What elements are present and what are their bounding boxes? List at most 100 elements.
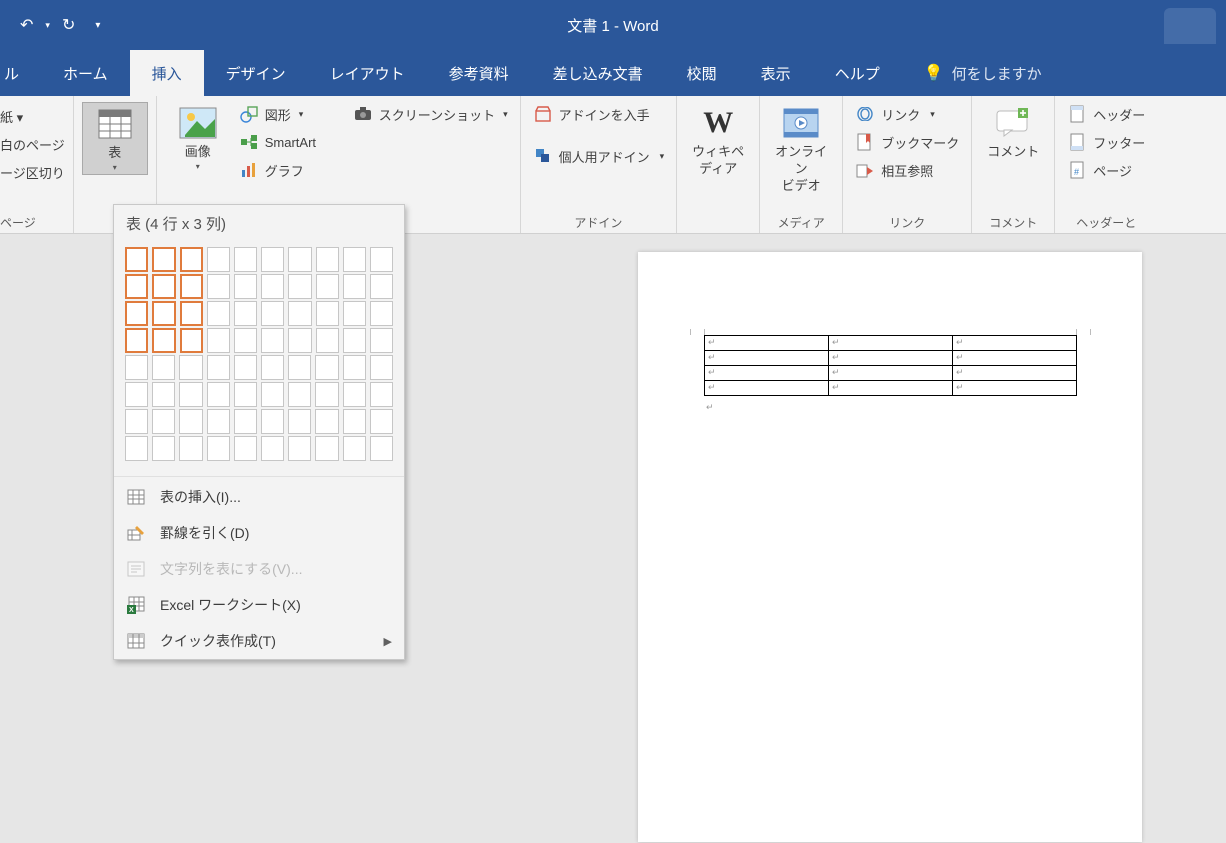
tab-design[interactable]: デザイン: [204, 50, 308, 96]
smartart-button[interactable]: SmartArt: [235, 130, 345, 154]
wikipedia-button[interactable]: W ウィキペ ディア: [685, 102, 751, 180]
grid-cell[interactable]: [152, 355, 175, 380]
page-break-partial[interactable]: ージ区切り: [0, 160, 65, 184]
grid-cell[interactable]: [261, 409, 284, 434]
shapes-button[interactable]: 図形▾: [235, 102, 345, 126]
page-number-button[interactable]: # ページ: [1063, 158, 1149, 182]
table-cell[interactable]: ↵: [953, 351, 1077, 366]
tab-review[interactable]: 校閲: [665, 50, 739, 96]
table-cell[interactable]: ↵: [829, 381, 953, 396]
grid-cell[interactable]: [125, 301, 148, 326]
grid-cell[interactable]: [370, 409, 393, 434]
grid-cell[interactable]: [261, 247, 284, 272]
grid-cell[interactable]: [207, 382, 230, 407]
grid-cell[interactable]: [315, 355, 338, 380]
grid-cell[interactable]: [316, 274, 339, 299]
grid-cell[interactable]: [261, 382, 284, 407]
grid-cell[interactable]: [207, 274, 230, 299]
get-addins-button[interactable]: アドインを入手: [529, 102, 669, 126]
grid-cell[interactable]: [316, 301, 339, 326]
comment-button[interactable]: コメント: [980, 102, 1046, 163]
document-page[interactable]: ↵↵↵ ↵↵↵ ↵↵↵ ↵↵↵ ↵: [638, 252, 1142, 842]
grid-cell[interactable]: [288, 274, 311, 299]
tab-file-partial[interactable]: ル: [0, 50, 41, 96]
draw-table-menuitem[interactable]: 罫線を引く(D): [114, 515, 404, 551]
grid-cell[interactable]: [288, 409, 311, 434]
grid-cell[interactable]: [370, 247, 393, 272]
grid-cell[interactable]: [234, 355, 257, 380]
grid-cell[interactable]: [125, 382, 148, 407]
grid-cell[interactable]: [234, 301, 257, 326]
grid-cell[interactable]: [125, 355, 148, 380]
grid-cell[interactable]: [152, 247, 175, 272]
redo-button[interactable]: ↻: [62, 15, 75, 35]
grid-cell[interactable]: [152, 301, 175, 326]
grid-cell[interactable]: [207, 301, 230, 326]
table-cell[interactable]: ↵: [705, 351, 829, 366]
grid-cell[interactable]: [343, 274, 366, 299]
grid-cell[interactable]: [234, 382, 257, 407]
grid-cell[interactable]: [288, 328, 311, 353]
tab-mailings[interactable]: 差し込み文書: [531, 50, 665, 96]
screenshot-button[interactable]: スクリーンショット▾: [349, 102, 512, 126]
table-cell[interactable]: ↵: [829, 336, 953, 351]
insert-table-menuitem[interactable]: 表の挿入(I)...: [114, 479, 404, 515]
grid-cell[interactable]: [180, 274, 203, 299]
grid-cell[interactable]: [234, 436, 257, 461]
grid-cell[interactable]: [152, 409, 175, 434]
grid-cell[interactable]: [207, 328, 230, 353]
grid-cell[interactable]: [207, 355, 230, 380]
grid-cell[interactable]: [370, 382, 393, 407]
grid-cell[interactable]: [179, 436, 202, 461]
pictures-button[interactable]: 画像 ▾: [165, 102, 231, 173]
grid-cell[interactable]: [343, 328, 366, 353]
undo-button[interactable]: ↶: [20, 15, 33, 35]
tab-help[interactable]: ヘルプ: [813, 50, 902, 96]
grid-cell[interactable]: [343, 409, 366, 434]
document-table[interactable]: ↵↵↵ ↵↵↵ ↵↵↵ ↵↵↵: [704, 335, 1077, 396]
my-addins-button[interactable]: 個人用アドイン▾: [529, 144, 669, 168]
grid-cell[interactable]: [261, 274, 284, 299]
online-video-button[interactable]: オンライン ビデオ: [768, 102, 834, 197]
grid-cell[interactable]: [125, 247, 148, 272]
grid-cell[interactable]: [125, 436, 148, 461]
grid-cell[interactable]: [179, 409, 202, 434]
tab-home[interactable]: ホーム: [41, 50, 130, 96]
table-cell[interactable]: ↵: [953, 336, 1077, 351]
grid-cell[interactable]: [125, 274, 148, 299]
grid-cell[interactable]: [261, 436, 284, 461]
grid-cell[interactable]: [370, 328, 393, 353]
grid-cell[interactable]: [234, 409, 257, 434]
table-cell[interactable]: ↵: [705, 381, 829, 396]
tell-me-search[interactable]: 💡 何をしますか: [902, 50, 1064, 96]
grid-cell[interactable]: [316, 328, 339, 353]
grid-cell[interactable]: [370, 274, 393, 299]
qat-customize[interactable]: ▾: [95, 20, 100, 31]
grid-cell[interactable]: [316, 247, 339, 272]
grid-cell[interactable]: [288, 247, 311, 272]
table-button[interactable]: 表 ▾: [82, 102, 148, 175]
grid-cell[interactable]: [234, 247, 257, 272]
table-cell[interactable]: ↵: [953, 366, 1077, 381]
grid-cell[interactable]: [179, 382, 202, 407]
grid-cell[interactable]: [315, 436, 338, 461]
quick-tables-menuitem[interactable]: クイック表作成(T) ▶: [114, 623, 404, 659]
grid-cell[interactable]: [343, 382, 366, 407]
grid-cell[interactable]: [152, 328, 175, 353]
footer-button[interactable]: フッター: [1063, 130, 1149, 154]
grid-cell[interactable]: [207, 436, 230, 461]
grid-cell[interactable]: [125, 409, 148, 434]
bookmark-button[interactable]: ブックマーク: [851, 130, 963, 154]
tab-view[interactable]: 表示: [739, 50, 813, 96]
grid-cell[interactable]: [288, 436, 311, 461]
blank-page-partial[interactable]: 白のページ: [0, 132, 65, 156]
grid-cell[interactable]: [180, 328, 203, 353]
grid-cell[interactable]: [207, 247, 230, 272]
excel-worksheet-menuitem[interactable]: X Excel ワークシート(X): [114, 587, 404, 623]
crossref-button[interactable]: 相互参照: [851, 158, 963, 182]
grid-cell[interactable]: [343, 247, 366, 272]
grid-cell[interactable]: [180, 301, 203, 326]
table-grid-picker[interactable]: [114, 242, 404, 474]
grid-cell[interactable]: [261, 355, 284, 380]
grid-cell[interactable]: [261, 301, 284, 326]
